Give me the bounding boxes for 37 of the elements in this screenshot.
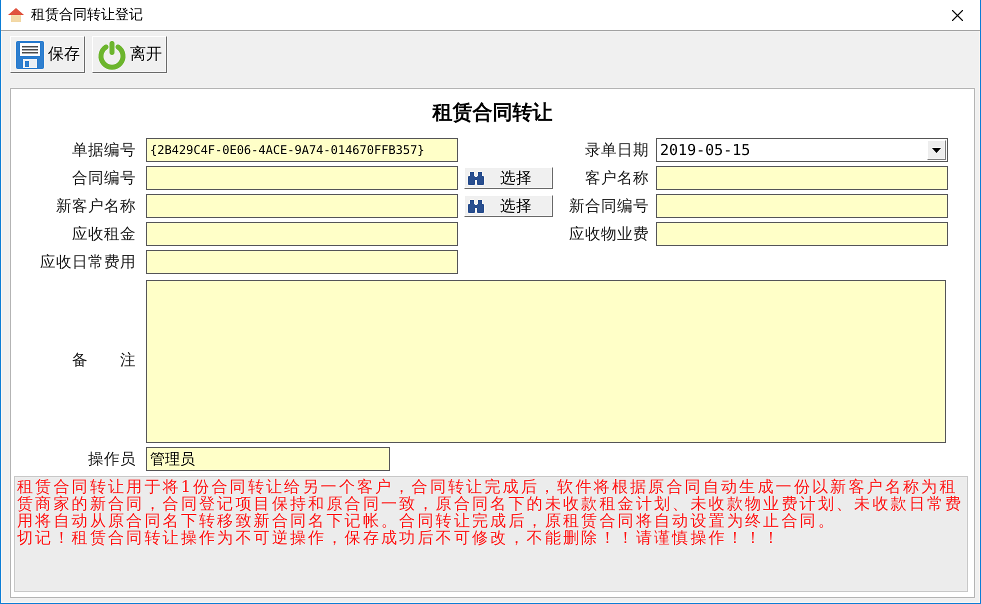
field-label: 客户名称: [584, 168, 650, 188]
form-title: 租赁合同转让: [431, 99, 554, 126]
window-title: 租赁合同转让登记: [31, 6, 143, 24]
binoculars-icon: [468, 172, 484, 184]
date-dropdown[interactable]: 2019-05-15: [656, 138, 948, 162]
input-field[interactable]: [656, 222, 948, 246]
toolbar-button[interactable]: 离开: [92, 36, 167, 73]
field-label: 应收日常费用: [39, 252, 137, 272]
toolbar-button[interactable]: 保存: [10, 36, 85, 73]
memo-field[interactable]: [146, 280, 946, 443]
house-icon: [7, 6, 25, 24]
field-label: 操作员: [87, 448, 137, 470]
input-field[interactable]: {2B429C4F-0E06-4ACE-9A74-014670FFB357}: [146, 138, 458, 162]
binoculars-icon: [468, 200, 484, 212]
field-label: 备 注: [71, 350, 137, 371]
field-label: 新客户名称: [55, 196, 137, 216]
close-icon: [952, 10, 962, 20]
field-label: 单据编号: [71, 140, 137, 160]
input-field[interactable]: [146, 222, 458, 246]
input-field[interactable]: 管理员: [146, 447, 390, 471]
input-field[interactable]: [146, 194, 458, 218]
field-label: 录单日期: [584, 140, 650, 160]
field-label: 新合同编号: [568, 196, 650, 216]
select-button[interactable]: 选择: [464, 167, 553, 189]
dropdown-button[interactable]: [927, 140, 946, 160]
input-field[interactable]: [656, 194, 948, 218]
input-field[interactable]: [146, 166, 458, 190]
select-button[interactable]: 选择: [464, 195, 553, 217]
caret-icon: [932, 148, 941, 152]
field-label: 应收物业费: [568, 224, 650, 244]
notice-text: 切记！租赁合同转让操作为不可逆操作，保存成功后不可修改，不能删除！！请谨慎操作！！！: [17, 529, 782, 546]
input-field[interactable]: [656, 166, 948, 190]
input-field[interactable]: [146, 250, 458, 274]
power-icon: [97, 40, 127, 70]
field-label: 应收租金: [71, 224, 137, 244]
field-label: 合同编号: [71, 168, 137, 188]
notice-text: 租赁合同转让用于将1份合同转让给另一个客户，合同转让完成后，软件将根据原合同自动生成一份以新客户名称为租赁商家的新合同，合同登记项目保持和原合同一致，原合同名下的未收款租金计划、未收款物业费计划、未收款日常费用将自动从原合同名下转移致新合同名下记帐。合同转让完成后，原租赁合同将自动设置为终止合同。: [17, 478, 964, 529]
